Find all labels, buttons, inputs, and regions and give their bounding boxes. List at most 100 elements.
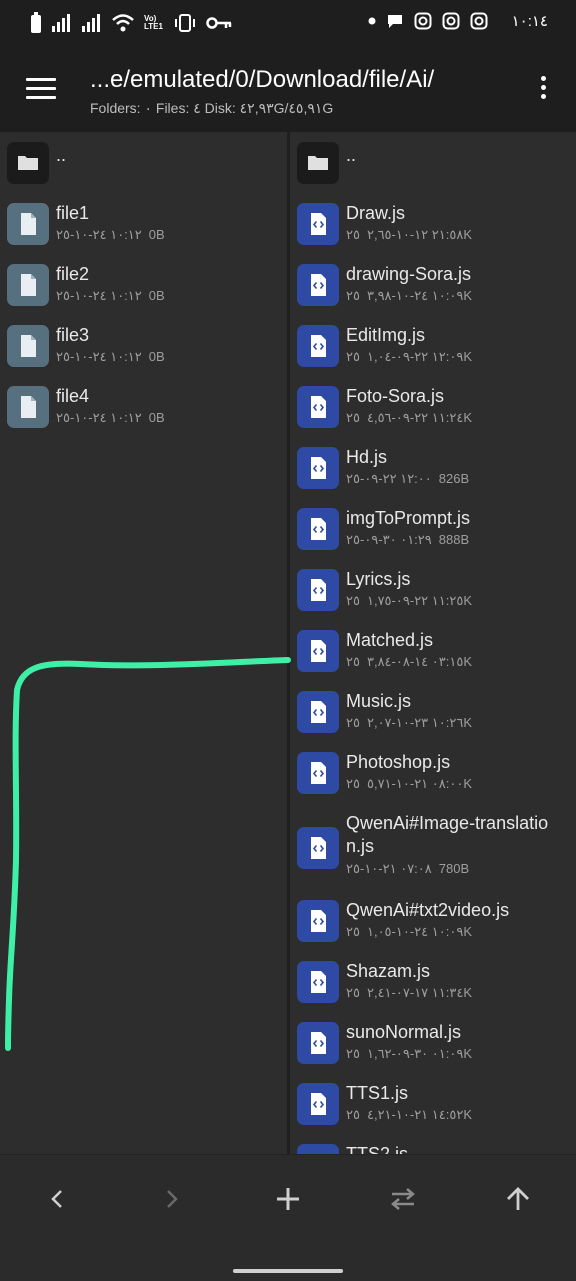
file-size: 0B bbox=[148, 227, 165, 242]
file-list-item[interactable]: file3 ١٠:١٢ ٢٤-١٠-٢٥ 0B bbox=[0, 325, 287, 386]
swap-panes-button[interactable] bbox=[383, 1179, 423, 1219]
status-time: ١٠:١٤ bbox=[511, 13, 548, 30]
file-list-item[interactable]: Hd.js ١٢:٠٠ ٢٢-٠٩-٢٥ 826B bbox=[290, 447, 576, 508]
file-meta: ٠٨:٠٠ ٢١-١٠-٢٥٥,٧١K bbox=[346, 776, 472, 792]
file-meta: ٠١:٢٩ ٣٠-٠٩-٢٥ 888B bbox=[346, 532, 469, 548]
file-meta: ١٠:١٢ ٢٤-١٠-٢٥ 0B bbox=[56, 288, 165, 304]
parent-folder-item[interactable]: .. bbox=[0, 142, 287, 203]
status-icons-right: ١٠:١٤ bbox=[368, 12, 548, 30]
forward-button[interactable] bbox=[152, 1179, 192, 1219]
code-file-icon bbox=[311, 396, 326, 418]
file-name: Draw.js bbox=[346, 203, 406, 223]
file-meta: ٠٣:١٥ ١٤-٠٨-٢٥٣,٨٤K bbox=[346, 654, 472, 670]
file-name: file3 bbox=[56, 325, 90, 345]
file-date: ١٢:٠٠ ٢٢-٠٩-٢٥ bbox=[346, 471, 432, 486]
file-name: file4 bbox=[56, 386, 90, 406]
file-icon-tile bbox=[297, 447, 339, 489]
file-icon-tile bbox=[7, 386, 49, 428]
file-name: Matched.js bbox=[346, 630, 434, 650]
file-list-item[interactable]: file1 ١٠:١٢ ٢٤-١٠-٢٥ 0B bbox=[0, 203, 287, 264]
file-date: ١١:٢٤ ٢٢-٠٩-٢٥ bbox=[346, 410, 464, 425]
code-file-icon bbox=[311, 1093, 326, 1115]
add-button[interactable] bbox=[268, 1179, 308, 1219]
file-icon-tile bbox=[297, 827, 339, 869]
status-bar: Vo) LTE1 ١٠:١٤ bbox=[0, 0, 576, 50]
file-date: ١٠:١٢ ٢٤-١٠-٢٥ bbox=[56, 349, 142, 364]
file-meta: ١٠:١٢ ٢٤-١٠-٢٥ 0B bbox=[56, 227, 165, 243]
code-file-icon bbox=[311, 1032, 326, 1054]
folder-icon bbox=[308, 156, 328, 170]
file-name: drawing-Sora.js bbox=[346, 264, 472, 284]
file-list-item[interactable]: Music.js ١٠:٢٦ ٢٣-١٠-٢٥٢,٠٧K bbox=[290, 691, 576, 752]
file-date: ١٤:٥٢ ٢١-١٠-٢٥ bbox=[346, 1107, 464, 1122]
folder-icon-tile bbox=[7, 142, 49, 184]
file-icon-tile bbox=[297, 900, 339, 942]
file-list-item[interactable]: Shazam.js ١١:٣٤ ١٧-٠٧-٢٥٢,٤١K bbox=[290, 961, 576, 1022]
file-name: QwenAi#txt2video.js bbox=[346, 900, 510, 920]
file-list-item[interactable]: Lyrics.js ١١:٢٥ ٢٢-٠٩-٢٥١,٧٥K bbox=[290, 569, 576, 630]
file-date: ٠١:٢٩ ٣٠-٠٩-٢٥ bbox=[346, 532, 432, 547]
code-file-icon bbox=[311, 762, 326, 784]
file-name: file2 bbox=[56, 264, 90, 284]
file-name: Lyrics.js bbox=[346, 569, 411, 589]
swap-icon bbox=[391, 1188, 415, 1210]
file-date: ١١:٢٥ ٢٢-٠٩-٢٥ bbox=[346, 593, 464, 608]
left-pane[interactable]: .. file1 ١٠:١٢ ٢٤-١٠-٢٥ 0B file2 ١٠:١٢ ٢٤-١٠-… bbox=[0, 132, 287, 1154]
file-meta: ١٢:٠٠ ٢٢-٠٩-٢٥ 826B bbox=[346, 471, 469, 487]
file-list-item[interactable]: QwenAi#Image-translatio n.js ٠٧:٠٨ ٢١-١٠-٢… bbox=[290, 813, 576, 900]
file-list-item[interactable]: Foto-Sora.js ١١:٢٤ ٢٢-٠٩-٢٥٤,٥٦K bbox=[290, 386, 576, 447]
file-list-item[interactable]: TTS1.js ١٤:٥٢ ٢١-١٠-٢٥٤,٢١K bbox=[290, 1083, 576, 1144]
file-icon-tile bbox=[297, 325, 339, 367]
file-list-item[interactable]: file4 ١٠:١٢ ٢٤-١٠-٢٥ 0B bbox=[0, 386, 287, 447]
signal-icon bbox=[52, 14, 70, 32]
file-list-item[interactable]: file2 ١٠:١٢ ٢٤-١٠-٢٥ 0B bbox=[0, 264, 287, 325]
file-meta: ١١:٢٤ ٢٢-٠٩-٢٥٤,٥٦K bbox=[346, 410, 472, 426]
parent-folder-button[interactable] bbox=[498, 1179, 538, 1219]
file-list-item[interactable]: imgToPrompt.js ٠١:٢٩ ٣٠-٠٩-٢٥ 888B bbox=[290, 508, 576, 569]
code-file-icon bbox=[311, 640, 326, 662]
code-file-icon bbox=[311, 518, 326, 540]
file-name: QwenAi#Image-translatio bbox=[346, 813, 549, 833]
file-list-item[interactable]: TTS2.js bbox=[290, 1144, 576, 1154]
code-file-icon bbox=[311, 837, 326, 859]
battery-icon bbox=[31, 12, 41, 33]
file-list-item[interactable]: Draw.js ٢١:٥٨ ١٢-١٠-٢٥٢,٦٥K bbox=[290, 203, 576, 264]
file-name: Photoshop.js bbox=[346, 752, 451, 772]
more-options-icon[interactable] bbox=[540, 76, 548, 104]
file-list-item[interactable]: Matched.js ٠٣:١٥ ١٤-٠٨-٢٥٣,٨٤K bbox=[290, 630, 576, 691]
file-list-item[interactable]: drawing-Sora.js ١٠:٠٩ ٢٤-١٠-٢٥٣,٩٨K bbox=[290, 264, 576, 325]
back-button[interactable] bbox=[37, 1179, 77, 1219]
status-icons-left: Vo) LTE1 bbox=[30, 12, 232, 34]
file-size: 0B bbox=[148, 349, 165, 364]
file-name-continued: n.js bbox=[346, 836, 375, 856]
file-meta: ١٢:٠٩ ٢٢-٠٩-٢٥١,٠٤K bbox=[346, 349, 472, 365]
file-date: ١١:٣٤ ١٧-٠٧-٢٥ bbox=[346, 985, 464, 1000]
signal-icon bbox=[82, 14, 100, 32]
file-list-item[interactable]: EditImg.js ١٢:٠٩ ٢٢-٠٩-٢٥١,٠٤K bbox=[290, 325, 576, 386]
home-indicator[interactable] bbox=[233, 1269, 343, 1273]
chat-icon bbox=[387, 15, 402, 28]
file-meta: ١٠:٠٩ ٢٤-١٠-٢٥٣,٩٨K bbox=[346, 288, 472, 304]
file-date: ٠٣:١٥ ١٤-٠٨-٢٥ bbox=[346, 654, 464, 669]
parent-folder-label: .. bbox=[346, 145, 357, 165]
file-icon-tile bbox=[297, 752, 339, 794]
file-list-item[interactable]: QwenAi#txt2video.js ١٠:٠٩ ٢٤-١٠-٢٥١,٠٥K bbox=[290, 900, 576, 961]
file-icon-tile bbox=[297, 630, 339, 672]
file-date: ١٠:١٢ ٢٤-١٠-٢٥ bbox=[56, 288, 142, 303]
file-date: ١٢:٠٩ ٢٢-٠٩-٢٥ bbox=[346, 349, 464, 364]
file-meta: ٠٧:٠٨ ٢١-١٠-٢٥ 780B bbox=[346, 861, 469, 877]
dot-icon bbox=[368, 17, 376, 25]
file-size: 780B bbox=[438, 861, 470, 876]
file-icon-tile bbox=[7, 264, 49, 306]
file-list-item[interactable]: sunoNormal.js ٠١:٠٩ ٣٠-٠٩-٢٥١,٦٢K bbox=[290, 1022, 576, 1083]
instagram-icon bbox=[470, 12, 488, 30]
file-date: ٠٧:٠٨ ٢١-١٠-٢٥ bbox=[346, 861, 432, 876]
parent-folder-item[interactable]: .. bbox=[290, 142, 576, 203]
menu-icon[interactable] bbox=[26, 78, 56, 100]
current-path: ...e/emulated/0/Download/file/Ai/ bbox=[90, 66, 435, 93]
file-name: Hd.js bbox=[346, 447, 388, 467]
right-pane[interactable]: .. Draw.js ٢١:٥٨ ١٢-١٠-٢٥٢,٦٥K drawing-Sora… bbox=[290, 132, 576, 1154]
file-list-item[interactable]: Photoshop.js ٠٨:٠٠ ٢١-١٠-٢٥٥,٧١K bbox=[290, 752, 576, 813]
file-name: Shazam.js bbox=[346, 961, 431, 981]
code-file-icon bbox=[311, 910, 326, 932]
